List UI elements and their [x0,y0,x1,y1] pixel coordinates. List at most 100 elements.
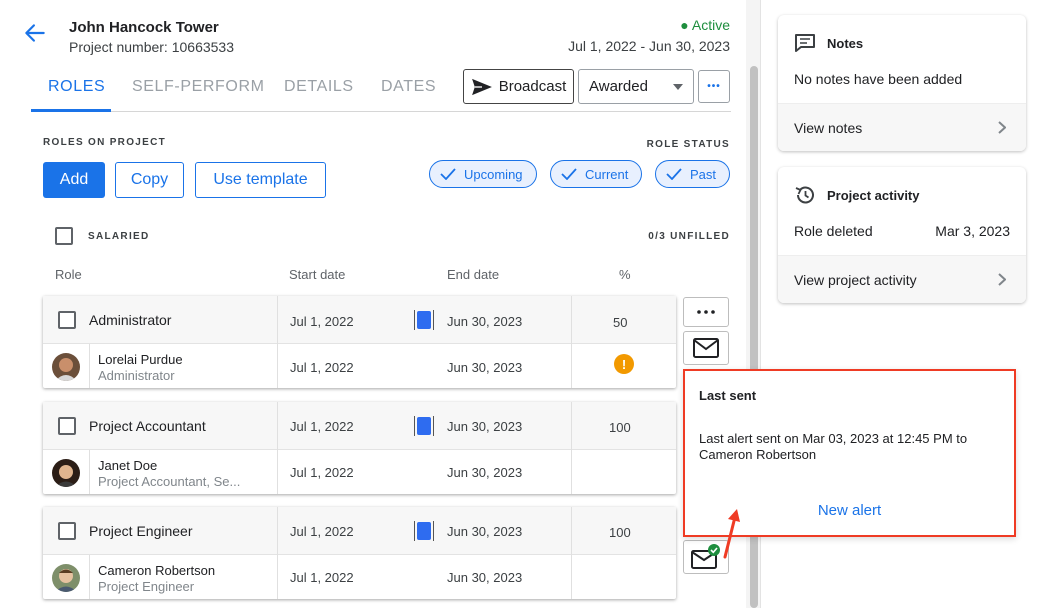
award-status-select[interactable]: Awarded [578,69,694,104]
status-label: Active [691,17,730,33]
salaried-checkbox[interactable] [55,227,73,245]
role-percent[interactable]: 50 [613,315,627,330]
role-checkbox[interactable] [58,522,76,540]
avatar [52,564,80,592]
project-activity-card: Project activity Role deleted Mar 3, 202… [778,167,1026,303]
filter-upcoming-chip[interactable]: Upcoming [429,160,537,188]
assignee-name[interactable]: Lorelai Purdue [98,352,183,367]
more-horizontal-icon: ••• [707,81,721,92]
view-notes-link[interactable]: View notes [778,103,1026,151]
check-icon [666,168,682,180]
activity-title: Project activity [827,188,920,203]
role-percent[interactable]: 100 [609,420,631,435]
check-icon [440,168,456,180]
popover-title: Last sent [699,388,757,403]
assignee-start-date[interactable]: Jul 1, 2022 [290,360,354,375]
tab-details[interactable]: DETAILS [284,78,354,96]
date-drag-handle[interactable] [414,416,434,436]
role-start-date[interactable]: Jul 1, 2022 [290,314,354,329]
tab-self-perform[interactable]: SELF-PERFORM [132,78,265,96]
project-main: John Hancock Tower Project number: 10663… [0,0,760,608]
view-notes-label: View notes [794,120,863,136]
view-project-activity-link[interactable]: View project activity [778,255,1026,303]
notes-empty-text: No notes have been added [794,71,963,87]
role-end-date[interactable]: Jun 30, 2023 [447,524,522,539]
chevron-right-icon [998,121,1006,134]
role-card-administrator: Administrator Jul 1, 2022 Jun 30, 2023 5… [43,296,676,388]
assignee-end-date[interactable]: Jun 30, 2023 [447,570,522,585]
send-alert-button[interactable] [683,331,729,365]
assignee-name[interactable]: Cameron Robertson [98,563,215,578]
roles-section-heading: ROLES ON PROJECT [43,137,167,148]
check-icon [561,168,577,180]
assignee-end-date[interactable]: Jun 30, 2023 [447,465,522,480]
broadcast-button[interactable]: Broadcast [463,69,574,104]
assignee-role: Administrator [98,368,175,383]
role-end-date[interactable]: Jun 30, 2023 [447,419,522,434]
callout-arrow-icon [723,509,740,559]
filter-past-label: Past [690,166,717,182]
back-arrow-icon[interactable] [22,20,48,46]
notes-card: Notes No notes have been added View note… [778,15,1026,151]
unfilled-count: 0/3 UNFILLED [648,231,730,242]
date-drag-handle[interactable] [414,521,434,541]
role-checkbox[interactable] [58,311,76,329]
project-title: John Hancock Tower [69,19,219,36]
filter-current-label: Current [585,166,629,182]
status-badge: ● Active [680,17,730,33]
assignee-role: Project Accountant, Se... [98,474,241,489]
active-tab-indicator [31,109,111,112]
send-icon [471,78,492,95]
activity-event-date: Mar 3, 2023 [935,223,1010,239]
filter-past-chip[interactable]: Past [655,160,730,188]
column-header-percent: % [619,267,631,282]
role-start-date[interactable]: Jul 1, 2022 [290,524,354,539]
filter-upcoming-label: Upcoming [464,166,523,182]
comment-icon [795,34,815,52]
role-card-project-engineer: Project Engineer Jul 1, 2022 Jun 30, 202… [43,507,676,599]
role-card-project-accountant: Project Accountant Jul 1, 2022 Jun 30, 2… [43,402,676,494]
award-status-value: Awarded [589,78,648,95]
salaried-label: SALARIED [88,231,150,242]
more-options-button[interactable]: ••• [698,70,730,103]
role-start-date[interactable]: Jul 1, 2022 [290,419,354,434]
role-name: Project Engineer [89,523,193,539]
broadcast-label: Broadcast [498,78,567,95]
column-header-start-date: Start date [289,267,346,282]
tabs-divider [31,111,731,112]
chevron-right-icon [998,273,1006,286]
column-header-role: Role [55,267,82,282]
role-name: Project Accountant [89,418,206,434]
tab-dates[interactable]: DATES [381,78,436,96]
caret-down-icon [673,83,683,90]
column-header-end-date: End date [447,267,500,282]
role-checkbox[interactable] [58,417,76,435]
activity-event: Role deleted [794,223,873,239]
add-role-button[interactable]: Add [43,162,105,198]
assignee-start-date[interactable]: Jul 1, 2022 [290,465,354,480]
filter-current-chip[interactable]: Current [550,160,642,188]
mail-icon [693,338,719,358]
avatar [52,353,80,381]
role-percent[interactable]: 100 [609,525,631,540]
role-name: Administrator [89,312,172,328]
date-drag-handle[interactable] [414,310,434,330]
notes-title: Notes [827,36,864,51]
role-end-date[interactable]: Jun 30, 2023 [447,314,522,329]
copy-button[interactable]: Copy [115,162,184,198]
project-date-range: Jul 1, 2022 - Jun 30, 2023 [568,38,730,54]
assignee-end-date[interactable]: Jun 30, 2023 [447,360,522,375]
assignee-start-date[interactable]: Jul 1, 2022 [290,570,354,585]
use-template-button[interactable]: Use template [195,162,326,198]
role-more-button[interactable] [683,297,729,327]
project-number: Project number: 10663533 [69,39,234,55]
warning-icon[interactable]: ! [614,354,634,374]
tab-roles[interactable]: ROLES [48,78,105,96]
assignee-role: Project Engineer [98,579,195,594]
assignee-name[interactable]: Janet Doe [98,458,157,473]
role-status-heading: ROLE STATUS [646,139,730,150]
history-icon [795,186,814,204]
view-project-activity-label: View project activity [794,272,917,288]
popover-body: Last alert sent on Mar 03, 2023 at 12:45… [699,431,968,462]
more-horizontal-icon [697,310,715,314]
